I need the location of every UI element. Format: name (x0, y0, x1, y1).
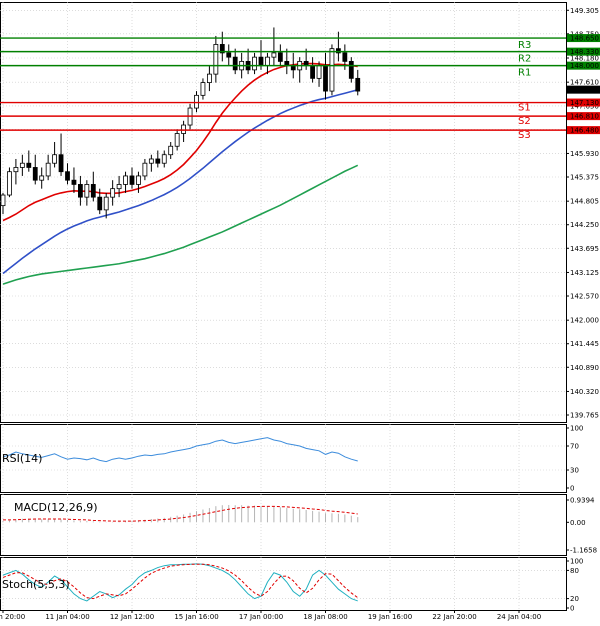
chart-window: R3 R2 R1 S1 S2 S3 RSI(14) MACD(12,26,9) Stoch… (0, 0, 600, 626)
candle-body (148, 158, 154, 164)
x-tick-label: 12 Jan 12:00 (110, 613, 154, 621)
level-price-label: 146.810 (570, 113, 599, 121)
candle-body (316, 65, 322, 79)
candle-body (39, 175, 45, 181)
candle-body (58, 154, 64, 173)
x-tick-label: 22 Jan 20:00 (432, 613, 476, 621)
y-tick-label: 139.765 (570, 412, 599, 420)
y-tick-label: 145.375 (570, 174, 599, 182)
y-tick-label: 0 (570, 605, 574, 613)
y-tick-label: 142.000 (570, 317, 599, 325)
y-tick-label: 0 (570, 485, 574, 493)
candle-body (226, 52, 232, 58)
candle-body (142, 162, 148, 177)
candle-body (32, 167, 38, 181)
y-tick-label: 142.570 (570, 293, 599, 301)
level-name: S3 (518, 130, 531, 141)
candle-body (329, 48, 335, 92)
candle-body (200, 82, 206, 96)
candle (7, 167, 12, 198)
x-tick-label: 19 Jan 16:00 (368, 613, 412, 621)
candle-body (348, 60, 354, 79)
candle-body (232, 56, 238, 71)
candle-body (194, 94, 199, 109)
level-name: R2 (518, 54, 531, 65)
macd-title: MACD(12,26,9) (14, 501, 98, 514)
candle-body (123, 175, 128, 185)
candle-body (45, 162, 51, 177)
candle-body (323, 65, 328, 92)
level-name: S1 (518, 103, 531, 114)
candle-body (355, 77, 361, 92)
candle-body (78, 184, 83, 198)
x-tick-label: 15 Jan 16:00 (174, 613, 218, 621)
candle-body (90, 184, 96, 198)
candle-body (265, 56, 270, 67)
y-tick-label: 140.320 (570, 388, 599, 396)
candle-body (342, 52, 348, 62)
y-tick-label: 80 (570, 567, 579, 575)
level-name: R1 (518, 68, 531, 79)
level-name: S2 (518, 116, 531, 127)
x-tick-label: 18 Jan 08:00 (303, 613, 347, 621)
rsi-title: RSI(14) (2, 452, 42, 465)
y-tick-label: 0.00 (570, 519, 586, 527)
y-tick-label: 140.890 (570, 364, 599, 372)
level-price-label: 148.000 (570, 62, 599, 70)
candle-body (271, 52, 277, 58)
y-tick-label: -1.1658 (570, 547, 597, 555)
candle-body (103, 196, 109, 211)
candle-body (155, 158, 161, 164)
level-price-label: 148.650 (570, 35, 599, 43)
candle-body (19, 162, 25, 168)
y-tick-label: 144.250 (570, 221, 599, 229)
candle-body (206, 73, 212, 84)
candle-body (71, 179, 77, 185)
candle-body (129, 175, 135, 185)
candle-body (97, 196, 103, 211)
candle-body (161, 154, 167, 164)
candle-body (52, 154, 57, 164)
level-name: R3 (518, 40, 531, 51)
y-tick-label: 145.930 (570, 150, 599, 158)
candle-body (116, 184, 122, 190)
y-tick-label: 141.445 (570, 340, 599, 348)
y-tick-label: 100 (570, 558, 583, 566)
chart-canvas: R3 R2 R1 S1 S2 S3 RSI(14) MACD(12,26,9) Stoch… (0, 0, 600, 626)
candle-body (7, 171, 12, 196)
level-price-label: 147.130 (570, 99, 599, 107)
candle-body (174, 133, 180, 147)
candle-body (110, 188, 116, 198)
candle-body (26, 162, 32, 168)
stoch-title: Stoch(5,5,3) (2, 578, 70, 591)
level-price-label: 146.480 (570, 127, 599, 135)
y-tick-label: 100 (570, 425, 583, 433)
y-tick-label: 149.305 (570, 7, 599, 15)
y-tick-label: 20 (570, 595, 579, 603)
candle-body (65, 171, 70, 181)
candle-body (181, 124, 187, 134)
x-tick-label: 11 Jan 04:00 (45, 613, 89, 621)
y-tick-label: 143.125 (570, 269, 599, 277)
candle-body (84, 184, 90, 198)
x-tick-label: 24 Jan 04:00 (497, 613, 541, 621)
candle-body (13, 167, 19, 173)
candle-body (213, 44, 219, 75)
y-tick-label: 144.805 (570, 198, 599, 206)
y-tick-label: 143.695 (570, 245, 599, 253)
x-tick-label: 10 Jan 20:00 (0, 613, 25, 621)
candle-body (252, 56, 257, 71)
y-tick-label: 0.9394 (570, 497, 595, 505)
y-tick-label: 70 (570, 443, 579, 451)
candle-body (310, 65, 316, 79)
y-tick-label: 30 (570, 467, 579, 475)
level-price-label: 148.330 (570, 48, 599, 56)
candle-body (277, 52, 283, 62)
current-price-label: 147.434 (570, 86, 599, 94)
x-tick-label: 17 Jan 00:00 (239, 613, 283, 621)
candle-body (258, 56, 264, 67)
candle-body (0, 194, 6, 207)
candle-body (136, 175, 141, 185)
candle-body (168, 145, 174, 156)
